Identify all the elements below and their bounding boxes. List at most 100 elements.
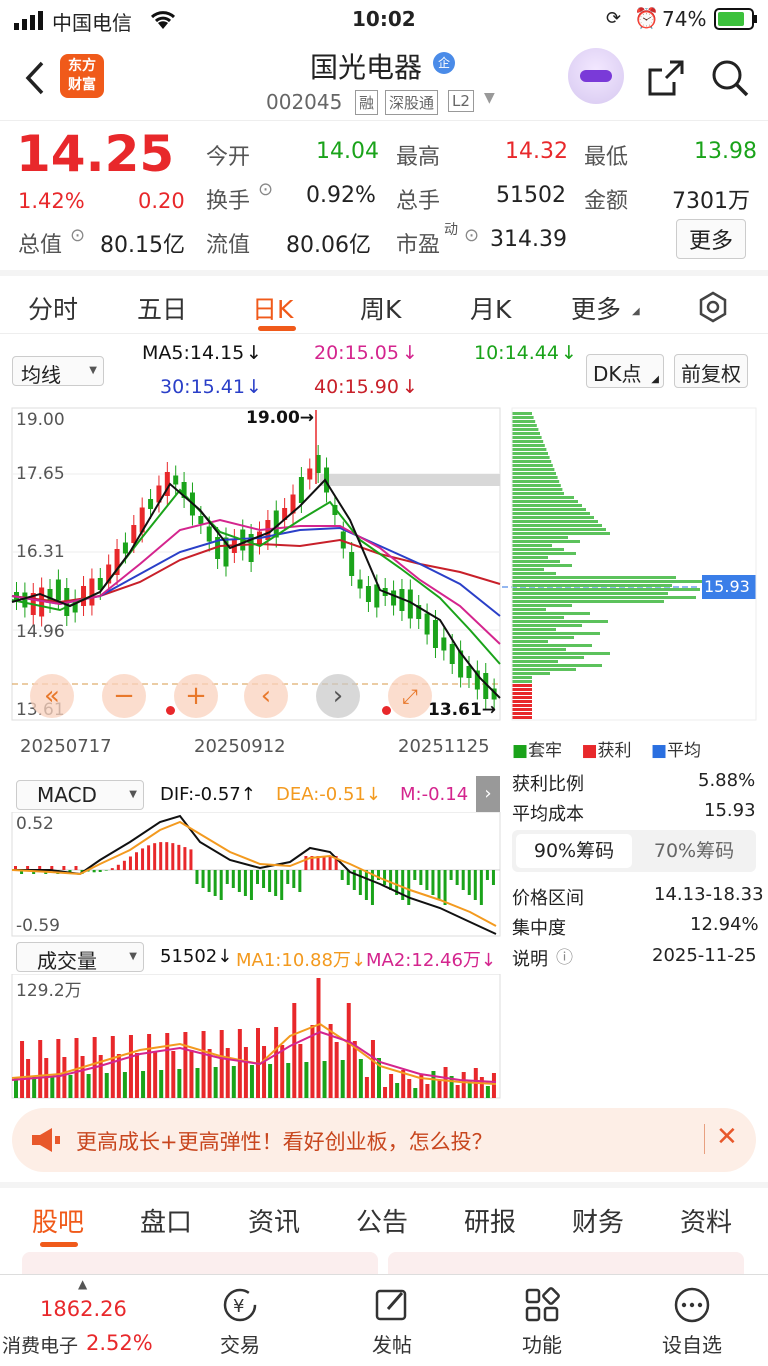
chip-bar — [512, 628, 556, 631]
info-icon[interactable]: ⓘ — [556, 943, 573, 968]
chart-period-tabs: 分时 五日 日K 周K 月K 更多 ◢ — [0, 270, 768, 334]
scroll-left-fast-button[interactable]: « — [30, 674, 74, 718]
tag-connect: 深股通 — [385, 90, 439, 115]
volume-bar — [485, 1086, 490, 1098]
post-card-preview[interactable] — [388, 1252, 744, 1274]
macd-bar — [110, 868, 114, 870]
volume-ma1-value: MA1:10.88万 — [236, 950, 351, 971]
volume-bar — [461, 1072, 466, 1098]
search-icon[interactable] — [710, 58, 750, 102]
tab-intraday[interactable]: 分时 — [28, 290, 78, 326]
index-ticker[interactable]: ▲ 1862.26 消费电子 2.52% — [0, 1275, 170, 1366]
info-icon[interactable]: ⊙ — [258, 179, 273, 200]
tag-l2: L2 — [448, 90, 474, 112]
nav-functions[interactable]: 功能 — [482, 1275, 602, 1358]
assistant-avatar[interactable] — [568, 48, 624, 104]
macd-bar — [231, 870, 235, 888]
macd-bar — [104, 870, 108, 871]
candle-body — [365, 586, 371, 602]
tab-90-chips[interactable]: 90%筹码 — [516, 834, 632, 868]
chip-bar — [512, 504, 582, 507]
macd-bar — [268, 870, 272, 892]
chip-bar — [512, 420, 536, 423]
chip-tabs: 90%筹码 70%筹码 — [512, 830, 756, 872]
chip-bar — [512, 500, 578, 503]
volume-bar — [183, 1032, 188, 1098]
volume-selector[interactable]: 成交量 ▼ — [16, 942, 144, 973]
tab-5day[interactable]: 五日 — [137, 290, 187, 326]
dea-line — [11, 820, 497, 927]
tab-research[interactable]: 研报 — [464, 1202, 516, 1239]
tab-forum[interactable]: 股吧 — [32, 1202, 84, 1239]
post-card-preview[interactable] — [22, 1252, 378, 1274]
tab-finance[interactable]: 财务 — [572, 1202, 624, 1239]
volume-bar — [14, 1078, 18, 1098]
macd-bar — [304, 856, 308, 870]
wifi-icon — [148, 8, 178, 35]
change-amount: 0.20 — [138, 189, 185, 213]
zoom-in-button[interactable]: + — [174, 674, 218, 718]
dk-point-marker[interactable] — [166, 706, 175, 715]
date-label-mid: 20250912 — [194, 736, 286, 757]
back-icon[interactable] — [22, 60, 48, 100]
macd-bar — [389, 870, 393, 890]
promo-banner[interactable]: 更高成长+更高弹性！看好创业板，怎么投？ ✕ — [12, 1108, 756, 1172]
nav-post[interactable]: 发帖 — [332, 1275, 452, 1358]
chip-bar — [512, 624, 582, 627]
tab-monthly-k[interactable]: 月K — [470, 290, 511, 326]
macd-bar — [256, 870, 259, 884]
dropdown-icon[interactable]: ▼ — [484, 90, 495, 106]
volume-bar — [80, 1056, 85, 1098]
chip-bar — [512, 612, 590, 615]
volume-bar — [425, 1084, 430, 1098]
candle-body — [148, 499, 154, 509]
nav-trade[interactable]: ¥ 交易 — [180, 1275, 300, 1358]
battery-percent: 74% — [662, 7, 707, 31]
open-value: 14.04 — [316, 139, 379, 164]
chip-bar — [512, 584, 672, 587]
avg-cost-price: 15.93 — [704, 577, 750, 596]
tag-margin: 融 — [355, 90, 379, 115]
macd-chart[interactable] — [0, 812, 502, 938]
high-marker: 19.00→ — [246, 408, 315, 428]
volume-bar — [141, 1071, 146, 1098]
tab-announcements[interactable]: 公告 — [356, 1202, 408, 1239]
dk-point-marker[interactable] — [382, 706, 391, 715]
active-tab-indicator — [40, 1242, 78, 1247]
tab-more[interactable]: 更多 — [571, 290, 621, 326]
tab-news[interactable]: 资讯 — [248, 1202, 300, 1239]
enterprise-badge: 企 — [433, 52, 455, 74]
note-date: 2025-11-25 — [652, 945, 757, 966]
tab-daily-k[interactable]: 日K — [252, 290, 293, 326]
scroll-left-button[interactable]: ‹ — [244, 674, 288, 718]
chip-bar — [512, 524, 602, 527]
info-icon[interactable]: ⊙ — [464, 225, 479, 246]
tab-weekly-k[interactable]: 周K — [360, 290, 401, 326]
info-icon[interactable]: ⊙ — [70, 225, 85, 246]
macd-bar — [292, 870, 296, 888]
more-button[interactable]: 更多 — [676, 219, 747, 259]
index-name: 消费电子 — [2, 1335, 79, 1357]
chip-bar — [512, 592, 668, 595]
chip-bar — [512, 428, 539, 431]
macd-bar — [213, 870, 217, 896]
scroll-right-button[interactable]: › — [316, 674, 360, 718]
settings-icon[interactable] — [696, 290, 730, 328]
tab-orderbook[interactable]: 盘口 — [140, 1202, 192, 1239]
macd-selector[interactable]: MACD ▼ — [16, 780, 144, 810]
share-icon[interactable] — [646, 58, 686, 102]
nav-watchlist[interactable]: 设自选 — [632, 1275, 752, 1358]
fullscreen-icon[interactable]: ⤢ — [388, 674, 432, 718]
zoom-out-button[interactable]: − — [102, 674, 146, 718]
eastmoney-logo[interactable]: 东方 财富 — [60, 54, 104, 98]
candle-body — [466, 666, 472, 678]
macd-bar — [437, 870, 441, 900]
expand-arrow-icon[interactable]: › — [476, 776, 500, 812]
close-icon[interactable]: ✕ — [716, 1122, 738, 1152]
chip-bar — [512, 480, 560, 483]
tab-70-chips[interactable]: 70%筹码 — [636, 834, 752, 868]
chip-bar — [512, 716, 532, 719]
y-label-1: 19.00 — [16, 410, 65, 430]
tab-profile[interactable]: 资料 — [680, 1202, 732, 1239]
chip-bar — [512, 424, 537, 427]
